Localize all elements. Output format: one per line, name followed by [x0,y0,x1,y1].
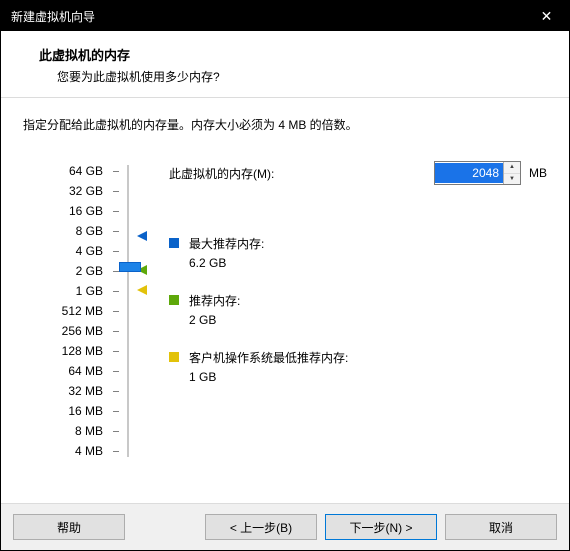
spin-up-icon[interactable]: ▲ [504,162,520,174]
instruction-text: 指定分配给此虚拟机的内存量。内存大小必须为 4 MB 的倍数。 [23,116,547,133]
tick-label: 8 MB [51,424,109,438]
tick-label: 16 GB [51,204,109,218]
tick-label: 512 MB [51,304,109,318]
slider-track [127,165,129,457]
header-title: 此虚拟机的内存 [39,45,549,64]
tick-label: 16 MB [51,404,109,418]
memory-ticks: 64 GB 32 GB 16 GB 8 GB 4 GB 2 GB 1 GB 51… [23,161,119,461]
tick-label: 32 MB [51,384,109,398]
tick-label: 8 GB [51,224,109,238]
window-title: 新建虚拟机向导 [11,8,524,25]
titlebar: 新建虚拟机向导 ✕ [1,1,569,31]
memory-label: 此虚拟机的内存(M): [169,165,434,182]
memory-area: 64 GB 32 GB 16 GB 8 GB 4 GB 2 GB 1 GB 51… [23,161,547,461]
next-button[interactable]: 下一步(N) > [325,514,437,540]
reco-min-value: 1 GB [189,370,348,384]
reco-rec-label: 推荐内存: [189,292,240,309]
reco-min: 客户机操作系统最低推荐内存: 1 GB [169,349,547,384]
close-icon[interactable]: ✕ [524,1,569,31]
reco-max-value: 6.2 GB [189,256,264,270]
memory-unit: MB [529,166,547,180]
square-blue-icon [169,238,179,248]
tick-label: 128 MB [51,344,109,358]
wizard-header: 此虚拟机的内存 您要为此虚拟机使用多少内存? [1,31,569,98]
tick-label: 2 GB [51,264,109,278]
reco-max-label: 最大推荐内存: [189,235,264,252]
tick-label: 64 MB [51,364,109,378]
spin-down-icon[interactable]: ▼ [504,174,520,185]
reco-rec: 推荐内存: 2 GB [169,292,547,327]
slider-thumb[interactable] [119,262,141,272]
memory-slider[interactable] [119,161,163,461]
max-marker-icon [137,231,147,241]
memory-spinbox[interactable]: ▲ ▼ [434,161,521,185]
min-marker-icon [137,285,147,295]
back-button[interactable]: < 上一步(B) [205,514,317,540]
square-green-icon [169,295,179,305]
cancel-button[interactable]: 取消 [445,514,557,540]
tick-label: 256 MB [51,324,109,338]
tick-label: 64 GB [51,164,109,178]
reco-rec-value: 2 GB [189,313,240,327]
tick-label: 4 GB [51,244,109,258]
wizard-window: 新建虚拟机向导 ✕ 此虚拟机的内存 您要为此虚拟机使用多少内存? 指定分配给此虚… [0,0,570,551]
reco-min-label: 客户机操作系统最低推荐内存: [189,349,348,366]
header-subtitle: 您要为此虚拟机使用多少内存? [39,68,549,85]
tick-label: 32 GB [51,184,109,198]
wizard-body: 指定分配给此虚拟机的内存量。内存大小必须为 4 MB 的倍数。 64 GB 32… [1,98,569,503]
tick-label: 1 GB [51,284,109,298]
memory-input[interactable] [435,163,503,183]
help-button[interactable]: 帮助 [13,514,125,540]
tick-label: 4 MB [51,444,109,458]
memory-details: 此虚拟机的内存(M): ▲ ▼ MB 最大推荐内存: 6.2 GB [163,161,547,406]
wizard-footer: 帮助 < 上一步(B) 下一步(N) > 取消 [1,503,569,550]
square-yellow-icon [169,352,179,362]
reco-max: 最大推荐内存: 6.2 GB [169,235,547,270]
